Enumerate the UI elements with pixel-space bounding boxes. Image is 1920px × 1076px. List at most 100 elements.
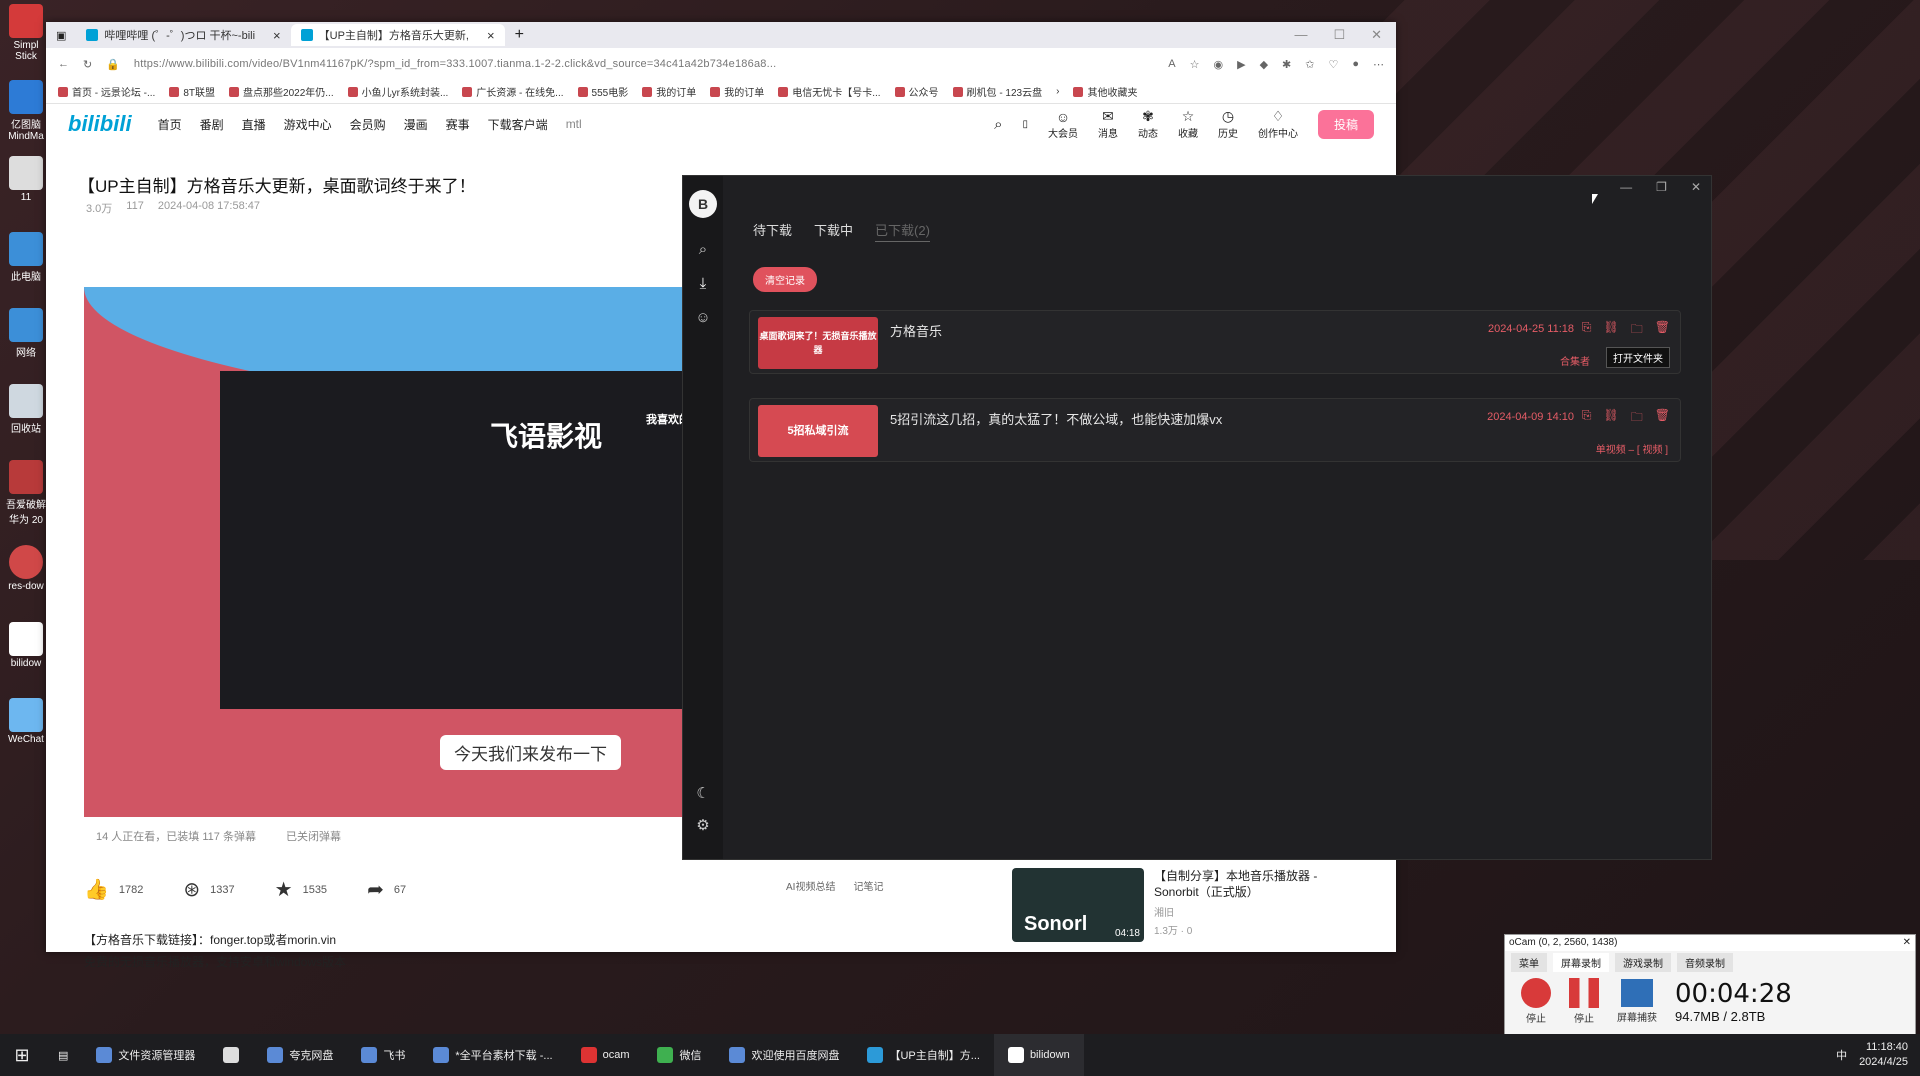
minimize-icon[interactable]: — [1294, 27, 1307, 43]
read-aloud-icon[interactable]: A [1168, 58, 1175, 70]
post-button[interactable]: 投稿 [1317, 109, 1374, 139]
video-player[interactable]: 飞语影视 我喜欢的 今天我们来发布一下 [84, 287, 784, 817]
lock-icon[interactable]: 🔒 [106, 58, 120, 71]
nav-favorites[interactable]: ☆ 收藏 [1178, 108, 1198, 140]
nav-match[interactable]: 赛事 [446, 116, 470, 133]
close-icon[interactable]: ✕ [1903, 937, 1911, 949]
bookmark[interactable]: 电信无忧卡【号卡... [778, 84, 881, 99]
taskbar-item[interactable]: 微信 [643, 1034, 715, 1076]
bookmark-other[interactable]: 其他收藏夹 [1073, 84, 1137, 99]
taskbar-item[interactable]: 文件资源管理器 [82, 1034, 209, 1076]
folder-icon[interactable]: 🗀 [1631, 408, 1643, 429]
desktop-icon[interactable]: 亿图脑 MindMa [6, 80, 46, 142]
recommended-video[interactable]: Sonorl 04:18 【自制分享】本地音乐播放器 - Sonorbit（正式… [1012, 868, 1354, 942]
bookmark[interactable]: 555电影 [577, 84, 628, 99]
nav-anime[interactable]: 番剧 [200, 116, 224, 133]
extensions-puzzle-icon[interactable]: ✱ [1282, 58, 1291, 71]
tab-video[interactable]: 【UP主自制】方格音乐大更新, × [290, 24, 505, 46]
windows-start-icon[interactable]: ⊞ [0, 1045, 44, 1066]
maximize-icon[interactable]: ❐ [1656, 180, 1667, 194]
bookmark[interactable]: 盘点那些2022年仍... [229, 84, 334, 99]
folder-icon[interactable]: 🗀 [1631, 320, 1643, 341]
back-icon[interactable]: ← [58, 58, 69, 70]
nav-dynamic[interactable]: ✾ 动态 [1138, 108, 1158, 140]
settings-icon[interactable]: ⚙ [693, 816, 713, 836]
nav-download-client[interactable]: 下载客户端 [488, 116, 548, 133]
url-input[interactable]: https://www.bilibili.com/video/BV1nm4116… [134, 58, 1154, 70]
maximize-icon[interactable]: ☐ [1333, 27, 1345, 43]
bookmark[interactable]: 公众号 [894, 84, 939, 99]
nav-game[interactable]: 游戏中心 [284, 116, 332, 133]
ai-summary-button[interactable]: AI视频总结 [786, 878, 835, 893]
taskbar-item[interactable]: bilidown [993, 1034, 1084, 1076]
copy-icon[interactable]: ⎘ [1582, 320, 1592, 341]
nav-mtl[interactable]: mtl [566, 117, 582, 131]
ocam-tab-audio[interactable]: 音频录制 [1677, 953, 1733, 972]
bilibili-logo[interactable]: bilibili [68, 111, 132, 137]
ocam-tab-screen[interactable]: 屏幕录制 [1553, 953, 1609, 972]
profile-icon[interactable]: ● [1352, 58, 1359, 70]
danmaku-toggle[interactable]: 已关闭弹幕 [286, 828, 341, 844]
favorite-star-icon[interactable]: ☆ [1190, 58, 1200, 71]
taskbar-item[interactable]: 夸克网盘 [253, 1034, 347, 1076]
nav-history[interactable]: ◷ 历史 [1218, 108, 1238, 140]
search-icon[interactable]: ⌕ [994, 116, 1002, 133]
ocam-tab-game[interactable]: 游戏录制 [1615, 953, 1671, 972]
notes-button[interactable]: 记笔记 [853, 878, 883, 893]
share-button[interactable]: ➦ 67 [367, 877, 406, 902]
bookmark[interactable]: 我的订单 [642, 84, 696, 99]
desktop-icon[interactable]: 网络 [6, 308, 46, 359]
pause-button[interactable]: 停止 [1569, 978, 1599, 1025]
desktop-icon[interactable]: Simpl Stick [6, 4, 46, 62]
trash-icon[interactable]: 🗑 [1655, 408, 1670, 429]
bookmark[interactable]: 8T联盟 [169, 84, 215, 99]
taskbar-item[interactable]: 飞书 [347, 1034, 419, 1076]
taskbar-store[interactable] [209, 1034, 253, 1076]
bookmark[interactable]: 首页 - 远景论坛 -... [58, 84, 155, 99]
browser-essentials-icon[interactable]: ♡ [1328, 58, 1338, 71]
taskbar-item[interactable]: ocam [567, 1034, 644, 1076]
nav-home[interactable]: 首页 [158, 116, 182, 133]
nav-live[interactable]: 直播 [242, 116, 266, 133]
bookmark[interactable]: 我的订单 [710, 84, 764, 99]
task-view-icon[interactable]: ▤ [44, 1034, 82, 1076]
extension-icon[interactable]: ▶ [1237, 58, 1245, 71]
favorites-icon[interactable]: ✩ [1305, 58, 1314, 71]
close-icon[interactable]: ✕ [1691, 180, 1701, 194]
chevron-right-icon[interactable]: › [1056, 86, 1059, 97]
close-tab-icon[interactable]: × [487, 28, 495, 43]
desktop-icon[interactable]: res-dow [6, 545, 46, 592]
extension-icon[interactable]: ◆ [1260, 58, 1268, 71]
ime-indicator[interactable]: 中 [1836, 1047, 1859, 1063]
moon-icon[interactable]: ☾ [693, 784, 713, 804]
bookmark[interactable]: 小鱼儿yr系统封装... [347, 84, 448, 99]
nav-manga[interactable]: 漫画 [404, 116, 428, 133]
nav-creator[interactable]: ♢ 创作中心 [1258, 108, 1298, 140]
desktop-icon[interactable]: bilidow [6, 622, 46, 669]
clock[interactable]: 11:18:40 2024/4/25 [1859, 1040, 1920, 1070]
bookmark[interactable]: 广长资源 - 在线免... [462, 84, 564, 99]
minimize-icon[interactable]: — [1620, 180, 1632, 194]
like-button[interactable]: 👍 1782 [84, 877, 143, 902]
clear-records-button[interactable]: 清空记录 [753, 267, 817, 292]
ocam-menu-main[interactable]: 菜单 [1511, 953, 1547, 972]
tab-downloading[interactable]: 下载中 [814, 220, 853, 242]
phone-icon[interactable]: ▯ [1022, 119, 1028, 130]
taskbar-item[interactable]: 欢迎使用百度网盘 [715, 1034, 853, 1076]
taskbar-item[interactable]: *全平台素材下载 -... [419, 1034, 566, 1076]
search-icon[interactable]: ⌕ [693, 240, 713, 260]
user-icon[interactable]: ☺ [693, 308, 713, 328]
desktop-icon[interactable]: 此电脑 [6, 232, 46, 283]
desktop-icon[interactable]: 吾爱破解 华为 20 [6, 460, 46, 526]
taskbar-item[interactable]: 【UP主自制】方... [853, 1034, 993, 1076]
bookmark[interactable]: 刷机包 - 123云盘 [952, 84, 1042, 99]
copy-icon[interactable]: ⎘ [1582, 408, 1592, 429]
favorite-button[interactable]: ★ 1535 [275, 877, 327, 902]
nav-vip[interactable]: ☺ 大会员 [1048, 109, 1078, 140]
tab-bilibili-home[interactable]: 哔哩哔哩 (゜-゜)つロ 干杯~-bili × [76, 24, 290, 46]
tab-pending[interactable]: 待下载 [753, 220, 792, 242]
link-icon[interactable]: ⛓ [1604, 320, 1619, 341]
close-window-icon[interactable]: ✕ [1371, 27, 1382, 43]
desktop-icon[interactable]: WeChat [6, 698, 46, 745]
stop-button[interactable]: 停止 [1521, 978, 1551, 1025]
